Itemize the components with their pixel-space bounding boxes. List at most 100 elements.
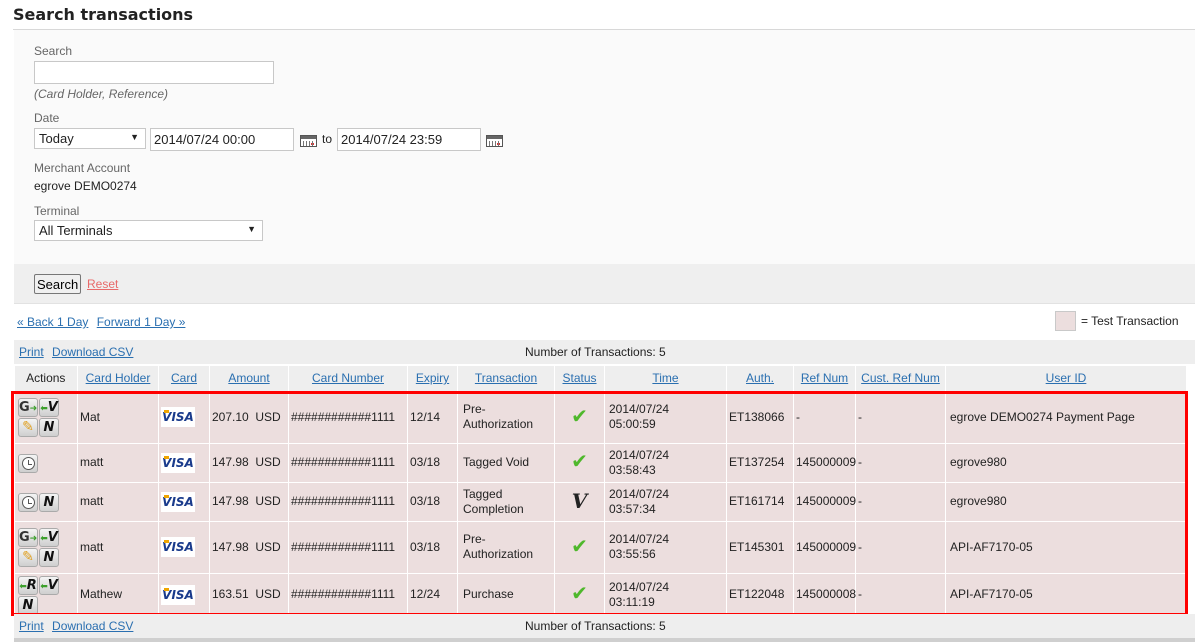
transaction-count: Number of Transactions: 5: [525, 345, 666, 359]
history-icon[interactable]: [18, 453, 38, 473]
transaction-type-cell: Purchase: [457, 572, 555, 617]
visa-logo-icon: VISA: [161, 407, 195, 427]
void-icon[interactable]: ⬅V: [39, 398, 59, 417]
table-row[interactable]: Nmatt VISA 147.98 USD ############1111 03/18…: [14, 481, 1187, 522]
search-input[interactable]: [34, 61, 274, 84]
transaction-type-cell: Tagged Completion: [457, 481, 555, 522]
table-row[interactable]: G➜ ⬅V✎ Nmatt VISA 147.98 USD ############1111…: [14, 520, 1187, 574]
card-number-cell: ############1111: [288, 572, 408, 617]
visa-logo-icon: VISA: [161, 491, 195, 512]
download-csv-link[interactable]: Download CSV: [52, 345, 133, 359]
visa-logo-icon: VISA: [161, 584, 195, 605]
status-cell: V: [554, 481, 605, 522]
terminal-select[interactable]: All Terminals ▼: [34, 220, 263, 241]
column-header-actions: Actions: [14, 366, 78, 391]
void-icon[interactable]: ⬅V: [39, 528, 59, 547]
void-icon[interactable]: ⬅V: [39, 575, 59, 595]
amount-cell: 163.51 USD: [209, 572, 289, 617]
column-header-expiry: Expiry: [407, 366, 458, 391]
expiry-cell: 03/18: [407, 442, 458, 483]
card-cell: VISA: [158, 390, 210, 444]
auth-cell: ET145301: [726, 520, 794, 574]
column-header-ref-num: Ref Num: [793, 366, 856, 391]
edit-icon[interactable]: ✎: [18, 418, 38, 437]
legend-label: = Test Transaction: [1081, 314, 1179, 328]
user-id-cell: API-AF7170-05: [945, 520, 1187, 574]
calendar-icon[interactable]: [300, 135, 317, 147]
visa-logo-icon: VISA: [161, 452, 195, 473]
chevron-down-icon: ▼: [247, 224, 256, 234]
column-header-time: Time: [604, 366, 727, 391]
edit-icon[interactable]: ✎: [18, 548, 38, 567]
note-icon[interactable]: N: [39, 418, 59, 437]
date-range-select[interactable]: Today ▼: [34, 128, 146, 149]
card-number-cell: ############1111: [288, 390, 408, 444]
card-cell: VISA: [158, 481, 210, 522]
card-number-cell: ############1111: [288, 481, 408, 522]
transaction-count: Number of Transactions: 5: [525, 619, 666, 633]
column-header-amount: Amount: [209, 366, 289, 391]
column-header-transaction: Transaction: [457, 366, 555, 391]
table-toolbar-top: Print Download CSV Number of Transaction…: [14, 340, 1195, 364]
time-cell: 2014/07/24 03:55:56: [604, 520, 727, 574]
status-cell: ✔: [554, 390, 605, 444]
note-icon[interactable]: N: [18, 595, 38, 615]
expiry-cell: 12/24: [407, 572, 458, 617]
actions-cell: ⬅R ⬅VN: [14, 572, 78, 617]
refund-icon[interactable]: G➜: [18, 528, 38, 547]
cust-ref-num-cell: -: [855, 481, 946, 522]
transaction-type-cell: Pre-Authorization: [457, 390, 555, 444]
bottom-divider: [14, 638, 1195, 642]
card-holder-cell: Mat: [77, 390, 159, 444]
calendar-icon[interactable]: [486, 135, 503, 147]
approved-check-icon: ✔: [571, 451, 588, 473]
amount-cell: 147.98 USD: [209, 481, 289, 522]
refund-icon[interactable]: G➜: [18, 398, 38, 417]
to-label: to: [322, 132, 333, 146]
amount-cell: 147.98 USD: [209, 442, 289, 483]
table-toolbar-bottom: Print Download CSV Number of Transaction…: [14, 614, 1195, 638]
date-to-input[interactable]: [337, 128, 481, 151]
user-id-cell: API-AF7170-05: [945, 572, 1187, 617]
ref-num-cell: -: [793, 390, 856, 444]
voided-check-icon: V: [571, 488, 588, 513]
ref-num-cell: 145000008: [793, 572, 856, 617]
date-from-input[interactable]: [150, 128, 294, 151]
column-header-card: Card: [158, 366, 210, 391]
return-icon[interactable]: ⬅R: [18, 575, 38, 595]
print-link[interactable]: Print: [19, 619, 44, 633]
history-icon[interactable]: [18, 492, 38, 512]
print-link[interactable]: Print: [19, 345, 44, 359]
time-cell: 2014/07/24 03:57:34: [604, 481, 727, 522]
table-row[interactable]: matt VISA 147.98 USD ############1111 03/18 T…: [14, 442, 1187, 483]
expiry-cell: 03/18: [407, 481, 458, 522]
time-cell: 2014/07/24 03:11:19: [604, 572, 727, 617]
card-cell: VISA: [158, 572, 210, 617]
forward-1-day-link[interactable]: Forward 1 Day »: [97, 315, 186, 329]
back-1-day-link[interactable]: « Back 1 Day: [17, 315, 88, 329]
transaction-type-cell: Tagged Void: [457, 442, 555, 483]
search-button[interactable]: Search: [34, 274, 82, 294]
search-hint: (Card Holder, Reference): [34, 87, 169, 101]
card-holder-cell: matt: [77, 520, 159, 574]
table-row[interactable]: ⬅R ⬅VN Mathew VISA 163.51 USD ############111…: [14, 572, 1187, 617]
legend-swatch: [1055, 311, 1076, 331]
cust-ref-num-cell: -: [855, 442, 946, 483]
search-actions-bar: Search Reset: [14, 264, 1195, 304]
note-icon[interactable]: N: [39, 548, 59, 567]
transaction-type-cell: Pre-Authorization: [457, 520, 555, 574]
status-cell: ✔: [554, 572, 605, 617]
user-id-cell: egrove980: [945, 481, 1187, 522]
search-label: Search: [34, 44, 73, 58]
note-icon[interactable]: N: [39, 492, 59, 512]
cust-ref-num-cell: -: [855, 390, 946, 444]
reset-link[interactable]: Reset: [87, 277, 118, 291]
actions-cell: [14, 442, 78, 483]
chevron-down-icon: ▼: [130, 132, 139, 142]
auth-cell: ET161714: [726, 481, 794, 522]
auth-cell: ET122048: [726, 572, 794, 617]
merchant-account-label: Merchant Account: [34, 161, 131, 175]
download-csv-link[interactable]: Download CSV: [52, 619, 133, 633]
ref-num-cell: 145000009: [793, 442, 856, 483]
table-row[interactable]: G➜ ⬅V✎ N Mat VISA 207.10 USD ############1111 1…: [14, 390, 1187, 444]
